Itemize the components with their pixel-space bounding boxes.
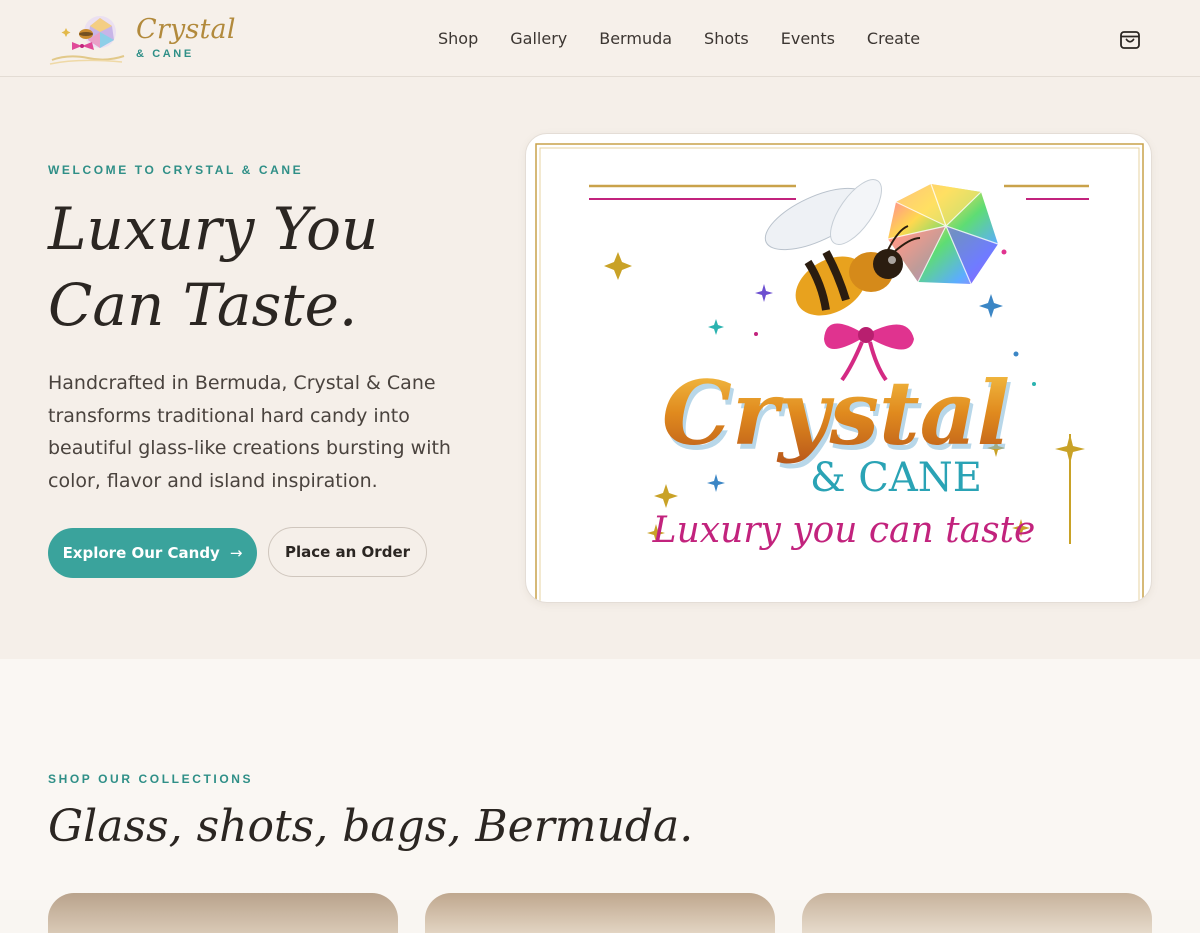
brand-logo-link[interactable]: Crystal & CANE (48, 10, 235, 66)
nav-item-gallery[interactable]: Gallery (494, 29, 583, 48)
collection-card-2[interactable] (425, 893, 775, 933)
hero-title-line-1: Luxury You (48, 195, 379, 263)
main-navigation: Shop Gallery Bermuda Shots Events Create (422, 24, 936, 52)
hero-eyebrow: WELCOME TO CRYSTAL & CANE (48, 163, 304, 177)
crystal-cane-logo-image: Crystal Crystal & CANE Luxury you can ta… (535, 143, 1144, 602)
brand-subtitle: & CANE (136, 48, 194, 60)
crystal-bee-logo-icon (49, 16, 125, 65)
site-header: Crystal & CANE Shop Gallery Bermuda Shot… (0, 0, 1200, 77)
nav-item-shop[interactable]: Shop (422, 29, 494, 48)
hero-title: Luxury You Can Taste. (48, 191, 488, 343)
explore-candy-button[interactable]: Explore Our Candy → (48, 528, 257, 578)
collection-card-3[interactable] (802, 893, 1152, 933)
logo-tagline: Luxury you can taste (652, 510, 1036, 551)
collections-title: Glass, shots, bags, Bermuda. (48, 801, 694, 852)
collection-card-1[interactable] (48, 893, 398, 933)
hero-section: WELCOME TO CRYSTAL & CANE Luxury You Can… (0, 77, 1200, 659)
logo-text-crystal: Crystal (662, 361, 1010, 465)
hero-description: Handcrafted in Bermuda, Crystal & Cane t… (48, 372, 451, 492)
nav-item-create[interactable]: Create (851, 29, 936, 48)
shopping-bag-icon (1120, 31, 1140, 49)
collections-eyebrow: SHOP OUR COLLECTIONS (48, 772, 254, 786)
logo-text-cane: & CANE (810, 455, 982, 501)
place-order-label: Place an Order (284, 543, 411, 561)
hero-logo-card: Crystal Crystal & CANE Luxury you can ta… (525, 133, 1152, 603)
nav-item-bermuda[interactable]: Bermuda (583, 29, 688, 48)
arrow-right-icon: → (229, 544, 243, 562)
nav-item-shots[interactable]: Shots (688, 29, 765, 48)
brand-name: Crystal (136, 14, 236, 45)
hero-title-line-2: Can Taste. (48, 271, 358, 339)
collections-section: SHOP OUR COLLECTIONS Glass, shots, bags,… (0, 659, 1200, 933)
explore-candy-label: Explore Our Candy (62, 544, 220, 562)
cart-button[interactable] (1117, 25, 1143, 51)
place-order-button[interactable]: Place an Order (268, 527, 427, 577)
nav-item-events[interactable]: Events (765, 29, 851, 48)
